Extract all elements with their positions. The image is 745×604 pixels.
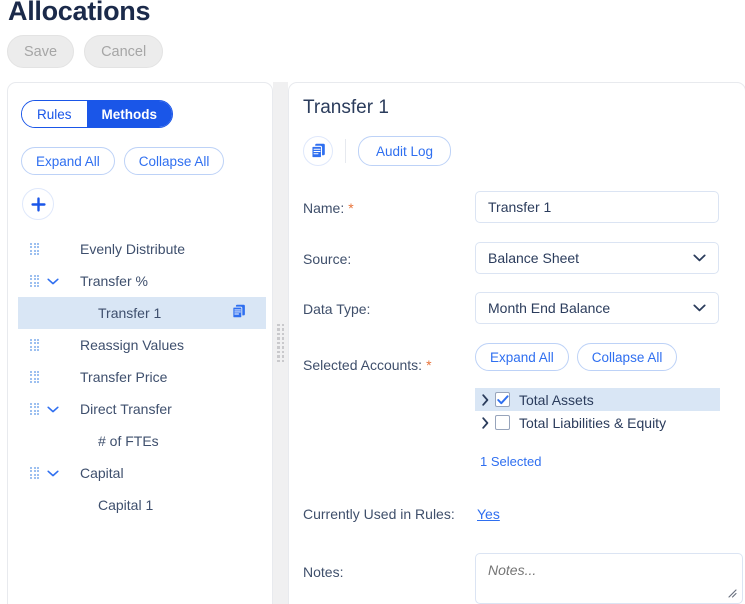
chevron-down-icon	[693, 304, 706, 312]
method-tree-label: Capital	[80, 465, 124, 481]
method-tree-row[interactable]: Transfer %	[18, 265, 266, 297]
method-tree-label: Reassign Values	[80, 337, 185, 353]
tab-methods[interactable]: Methods	[86, 101, 173, 127]
drag-handle-icon[interactable]	[30, 402, 42, 416]
collapse-all-button[interactable]: Collapse All	[123, 147, 225, 175]
chevron-down-icon[interactable]	[42, 406, 64, 413]
drag-handle-icon[interactable]	[30, 370, 42, 384]
tab-rules[interactable]: Rules	[22, 101, 87, 127]
method-tree-label: Transfer Price	[80, 369, 168, 385]
panel-splitter[interactable]	[273, 82, 288, 604]
method-tree-label: Transfer 1	[98, 305, 162, 321]
accounts-tree: Total Assets Total Liabilities & Equity	[475, 388, 720, 434]
action-bar: Save Cancel	[7, 35, 164, 68]
method-tree-row[interactable]: Capital	[18, 457, 266, 489]
used-in-rules-link[interactable]: Yes	[477, 506, 500, 522]
method-tree-row[interactable]: # of FTEs	[18, 425, 266, 457]
chevron-down-icon	[693, 254, 706, 262]
account-row[interactable]: Total Liabilities & Equity	[475, 411, 720, 434]
chevron-right-icon[interactable]	[475, 416, 495, 429]
data-type-label: Data Type:	[303, 301, 371, 317]
copy-icon	[310, 143, 325, 159]
splitter-grip-icon	[277, 323, 284, 363]
method-tree-label: Direct Transfer	[80, 401, 172, 417]
chevron-down-icon[interactable]	[42, 278, 64, 285]
source-label: Source:	[303, 251, 352, 267]
selected-count: 1 Selected	[480, 454, 542, 469]
name-label: Name: *	[303, 200, 354, 216]
method-tree-label: # of FTEs	[98, 433, 159, 449]
accounts-tree-controls: Expand All Collapse All	[475, 343, 678, 371]
notes-input[interactable]	[475, 553, 743, 604]
account-label: Total Assets	[519, 391, 594, 408]
audit-log-button[interactable]: Audit Log	[358, 136, 452, 166]
data-type-select-value: Month End Balance	[488, 300, 611, 316]
source-select-value: Balance Sheet	[488, 250, 580, 266]
account-row[interactable]: Total Assets	[475, 388, 720, 411]
drag-handle-icon[interactable]	[30, 466, 42, 480]
account-checkbox[interactable]	[495, 415, 510, 430]
allocations-page: Allocations Save Cancel Rules Methods Ex…	[0, 0, 745, 604]
expand-all-button[interactable]: Expand All	[21, 147, 115, 175]
used-in-rules-label: Currently Used in Rules:	[303, 506, 455, 522]
source-select[interactable]: Balance Sheet	[475, 242, 719, 274]
accounts-collapse-all-button[interactable]: Collapse All	[576, 343, 678, 371]
page-title: Allocations	[8, 0, 151, 26]
detail-title: Transfer 1	[303, 97, 389, 118]
detail-toolbar: Audit Log	[303, 136, 452, 166]
method-tree-row[interactable]: Transfer Price	[18, 361, 266, 393]
drag-handle-icon[interactable]	[30, 274, 42, 288]
method-tree-row[interactable]: Evenly Distribute	[18, 233, 266, 265]
cancel-button[interactable]: Cancel	[84, 35, 164, 68]
selected-accounts-label: Selected Accounts: *	[303, 357, 432, 373]
accounts-expand-all-button[interactable]: Expand All	[475, 343, 569, 371]
required-asterisk: *	[348, 200, 354, 216]
plus-icon	[30, 196, 46, 212]
save-button[interactable]: Save	[7, 35, 75, 68]
methods-tree: Evenly Distribute Transfer % Transfer 1 Rea…	[18, 233, 266, 521]
method-tree-label: Capital 1	[98, 497, 154, 513]
method-tree-label: Evenly Distribute	[80, 241, 186, 257]
method-tree-label: Transfer %	[80, 273, 148, 289]
drag-handle-icon[interactable]	[30, 338, 42, 352]
duplicate-button[interactable]	[303, 136, 333, 166]
required-asterisk: *	[426, 357, 432, 373]
toolbar-divider	[345, 139, 346, 163]
account-label: Total Liabilities & Equity	[519, 414, 667, 431]
duplicate-icon[interactable]	[232, 304, 246, 322]
name-input[interactable]: Transfer 1	[475, 191, 719, 223]
add-method-button[interactable]	[22, 188, 54, 220]
account-checkbox[interactable]	[495, 392, 510, 407]
tree-controls: Expand All Collapse All	[21, 147, 225, 175]
rules-methods-toggle: Rules Methods	[21, 100, 174, 128]
method-tree-row[interactable]: Reassign Values	[18, 329, 266, 361]
data-type-select[interactable]: Month End Balance	[475, 292, 719, 324]
method-tree-row[interactable]: Transfer 1	[18, 297, 266, 329]
chevron-right-icon[interactable]	[475, 393, 495, 406]
method-tree-row[interactable]: Direct Transfer	[18, 393, 266, 425]
method-tree-row[interactable]: Capital 1	[18, 489, 266, 521]
chevron-down-icon[interactable]	[42, 470, 64, 477]
notes-label: Notes:	[303, 564, 344, 580]
drag-handle-icon[interactable]	[30, 242, 42, 256]
